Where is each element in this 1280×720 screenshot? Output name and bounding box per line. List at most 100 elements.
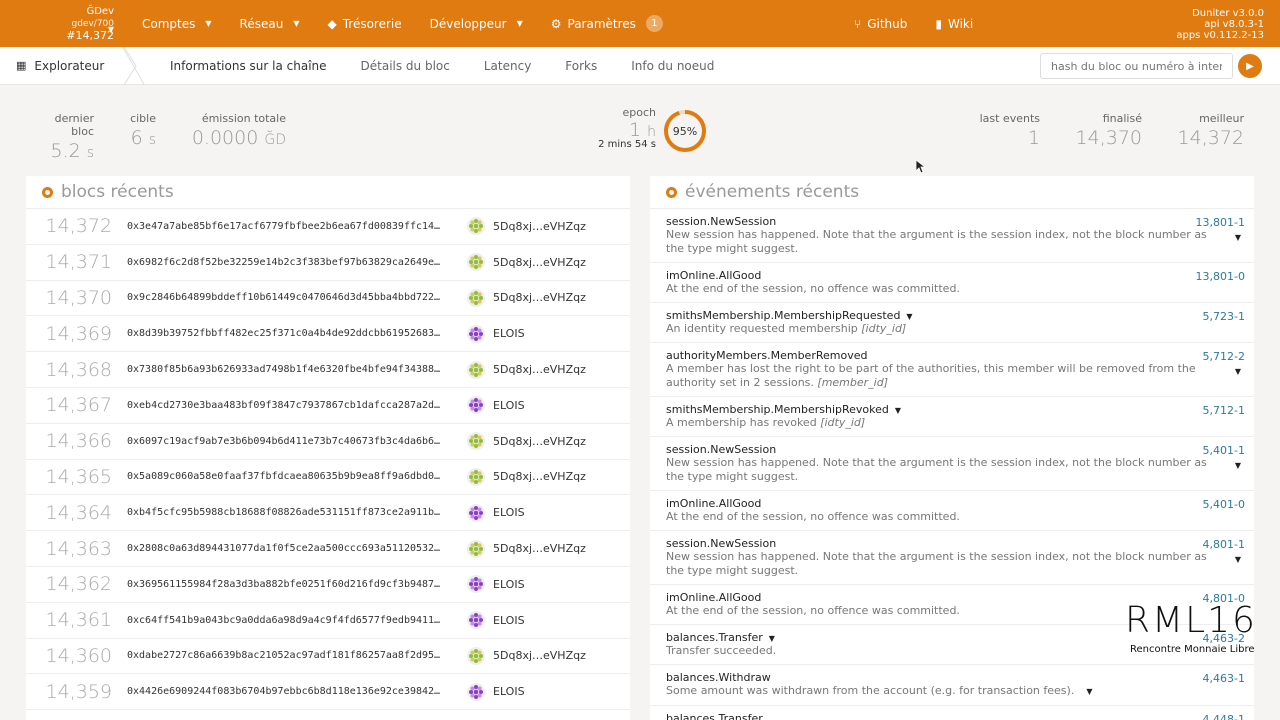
event-id-link[interactable]: 4,463-1 — [1203, 672, 1245, 685]
block-number[interactable]: 14,372 — [26, 215, 112, 237]
tab-1[interactable]: Détails du bloc — [344, 47, 467, 85]
version-apps: apps v0.112.2-13 — [1176, 30, 1264, 41]
versions: Duniter v3.0.0 api v8.0.3-1 apps v0.112.… — [1176, 8, 1264, 41]
block-number[interactable]: 14,368 — [26, 359, 112, 381]
event-id-link[interactable]: 4,801-1 — [1203, 538, 1245, 551]
block-number[interactable]: 14,370 — [26, 287, 112, 309]
event-id-link[interactable]: 13,801-1 — [1196, 216, 1245, 229]
tab-2[interactable]: Latency — [467, 47, 548, 85]
expand-toggle-icon[interactable]: ▼ — [1086, 687, 1092, 696]
event-name-line: smithsMembership.MembershipRequested ▼ — [666, 309, 1244, 322]
table-row: 14,366 0x6097c19acf9ab7e3b6b094b6d411e73b… — [26, 424, 630, 460]
tab-0[interactable]: Informations sur la chaîne — [153, 47, 344, 85]
expand-toggle-icon[interactable]: ▼ — [1235, 367, 1241, 376]
block-author-name: ELOIS — [493, 506, 525, 520]
event-id-link[interactable]: 5,723-1 — [1203, 310, 1245, 323]
github-link[interactable]: ⑂ Github — [840, 0, 921, 47]
event-description: Some amount was withdrawn from the accou… — [666, 684, 1244, 699]
explorer-menu[interactable]: ▦ Explorateur — [0, 47, 133, 85]
table-row: 14,371 0x6982f6c2d8f52be32259e14b2c3f383b… — [26, 245, 630, 281]
block-author[interactable]: 5Dq8xj…eVHZqz — [467, 217, 586, 236]
block-author[interactable]: 5Dq8xj…eVHZqz — [467, 360, 586, 379]
purple-identicon — [467, 324, 485, 343]
block-number[interactable]: 14,367 — [26, 394, 112, 416]
block-number[interactable]: 14,366 — [26, 430, 112, 452]
purple-identicon — [467, 503, 485, 522]
purple-identicon — [467, 396, 485, 415]
block-author[interactable]: 5Dq8xj…eVHZqz — [467, 253, 586, 272]
wiki-label: Wiki — [947, 16, 974, 31]
nav-comptes[interactable]: Comptes ▼ — [128, 0, 226, 47]
block-author[interactable]: ELOIS — [467, 324, 525, 343]
block-hash[interactable]: 0x9c2846b64899bddeff10b61449c0470646d3d4… — [127, 292, 450, 303]
block-hash[interactable]: 0x6097c19acf9ab7e3b6b094b6d411e73b7c4067… — [127, 436, 450, 447]
block-author[interactable]: 5Dq8xj…eVHZqz — [467, 467, 586, 486]
block-number[interactable]: 14,371 — [26, 251, 112, 273]
stat-last-events-label: last events — [979, 112, 1040, 125]
block-author[interactable]: 5Dq8xj…eVHZqz — [467, 646, 586, 665]
block-number[interactable]: 14,360 — [26, 645, 112, 667]
search-input[interactable] — [1040, 53, 1233, 79]
block-author[interactable]: 5Dq8xj…eVHZqz — [467, 432, 586, 451]
block-hash[interactable]: 0x5a089c060a58e0faaf37fbfdcaea80635b9b9e… — [127, 471, 450, 482]
expand-toggle-icon[interactable]: ▼ — [769, 634, 775, 643]
event-id-link[interactable]: 5,712-2 — [1203, 350, 1245, 363]
block-hash[interactable]: 0x369561155984f28a3d3ba882bfe0251f60d216… — [127, 579, 450, 590]
block-author-name: ELOIS — [493, 327, 525, 341]
block-number[interactable]: 14,369 — [26, 323, 112, 345]
block-hash[interactable]: 0x8d39b39752fbbff482ec25f371c0a4b4de92dd… — [127, 328, 450, 339]
block-author[interactable]: ELOIS — [467, 682, 525, 701]
block-number[interactable]: 14,362 — [26, 573, 112, 595]
block-hash[interactable]: 0x4426e6909244f083b6704b97ebbc6b8d118e13… — [127, 686, 450, 697]
block-author[interactable]: ELOIS — [467, 396, 525, 415]
event-id-link[interactable]: 5,401-0 — [1203, 498, 1245, 511]
block-author[interactable]: ELOIS — [467, 503, 525, 522]
github-label: Github — [867, 16, 908, 31]
block-number[interactable]: 14,359 — [26, 681, 112, 703]
nav-développeur[interactable]: Développeur ▼ — [416, 0, 537, 47]
expand-toggle-icon[interactable]: ▼ — [1235, 233, 1241, 242]
chevron-down-icon: ▼ — [516, 19, 523, 28]
green-identicon — [467, 360, 485, 379]
expand-toggle-icon[interactable]: ▼ — [906, 312, 912, 321]
block-hash[interactable]: 0xeb4cd2730e3baa483bf09f3847c7937867cb1d… — [127, 400, 450, 411]
block-author[interactable]: ELOIS — [467, 611, 525, 630]
stat-issuance: émission totale 0.0000 ĞD — [190, 112, 286, 149]
block-number[interactable]: 14,364 — [26, 502, 112, 524]
chain-selector[interactable]: ĞDev gdev/700 #14,372 ▼ — [0, 6, 128, 42]
block-hash[interactable]: 0x7380f85b6a93b626933ad7498b1f4e6320fbe4… — [127, 364, 450, 375]
expand-toggle-icon[interactable]: ▼ — [895, 406, 901, 415]
event-id-link[interactable]: 13,801-0 — [1196, 270, 1245, 283]
block-hash[interactable]: 0xdabe2727c86a6639b8ac21052ac97adf181f86… — [127, 650, 450, 661]
wiki-link[interactable]: ▮ Wiki — [921, 0, 987, 47]
event-description: New session has happened. Note that the … — [666, 550, 1244, 578]
grid-icon: ▦ — [16, 59, 27, 72]
block-author[interactable]: 5Dq8xj…eVHZqz — [467, 539, 586, 558]
block-number[interactable]: 14,363 — [26, 538, 112, 560]
block-number[interactable]: 14,361 — [26, 609, 112, 631]
event-name: session.NewSession — [666, 215, 777, 228]
block-hash[interactable]: 0x2808c0a63d894431077da1f0f5ce2aa500ccc6… — [127, 543, 450, 554]
block-author[interactable]: 5Dq8xj…eVHZqz — [467, 288, 586, 307]
expand-toggle-icon[interactable]: ▼ — [1235, 461, 1241, 470]
block-number[interactable]: 14,365 — [26, 466, 112, 488]
event-id-link[interactable]: 4,448-1 — [1203, 713, 1245, 720]
event-desc-text: At the end of the session, no offence wa… — [666, 282, 960, 295]
nav-settings[interactable]: ⚙ Paramètres 1 — [537, 0, 677, 47]
list-item: imOnline.AllGood At the end of the sessio… — [650, 491, 1254, 531]
stat-last-block-unit: s — [86, 145, 94, 161]
expand-toggle-icon[interactable]: ▼ — [1235, 555, 1241, 564]
block-hash[interactable]: 0xb4f5cfc95b5988cb18688f08826ade531151ff… — [127, 507, 450, 518]
search-button[interactable]: ▶ — [1238, 54, 1262, 78]
block-hash[interactable]: 0x6982f6c2d8f52be32259e14b2c3f383bef97b6… — [127, 257, 450, 268]
nav-trésorerie[interactable]: ◆ Trésorerie — [313, 0, 415, 47]
nav-réseau[interactable]: Réseau ▼ — [226, 0, 314, 47]
block-author[interactable]: ELOIS — [467, 575, 525, 594]
tab-3[interactable]: Forks — [548, 47, 614, 85]
tab-4[interactable]: Info du noeud — [614, 47, 731, 85]
event-id-link[interactable]: 5,401-1 — [1203, 444, 1245, 457]
block-hash[interactable]: 0x3e47a7abe85bf6e17acf6779fbfbee2b6ea67f… — [127, 221, 450, 232]
block-hash[interactable]: 0xc64ff541b9a043bc9a0dda6a98d9a4c9f4fd65… — [127, 615, 450, 626]
event-id-link[interactable]: 5,712-1 — [1203, 404, 1245, 417]
stat-epoch-label: epoch — [622, 106, 657, 119]
